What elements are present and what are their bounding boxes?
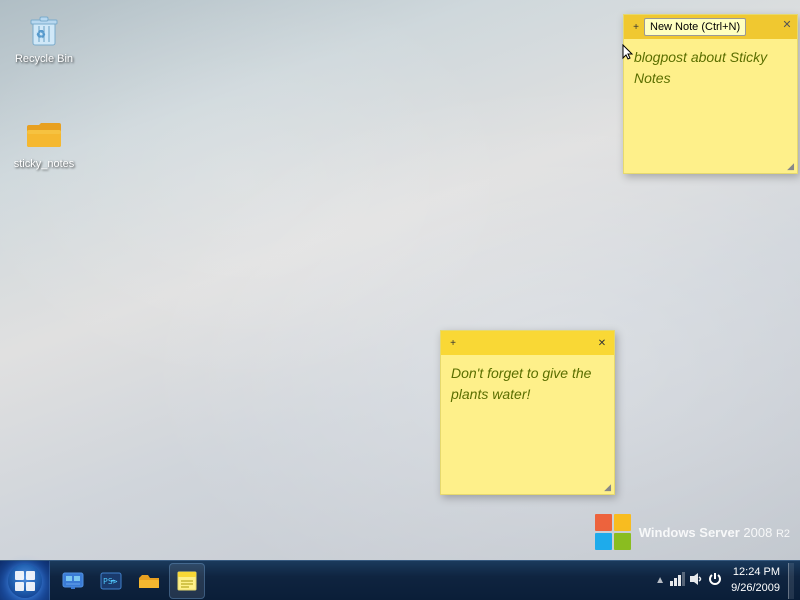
top-sticky-note[interactable]: + New Note (Ctrl+N) ✕ blogpost about Sti…: [623, 14, 798, 174]
main-sticky-note[interactable]: + ✕ Don't forget to give the plants wate…: [440, 330, 615, 495]
main-note-resize[interactable]: ◢: [604, 483, 611, 492]
clock-time: 12:24 PM: [731, 565, 780, 580]
taskbar-icon-sticky-notes[interactable]: [169, 563, 205, 599]
clock-date: 9/26/2009: [731, 581, 780, 596]
taskbar-icons: PS>: [50, 561, 210, 600]
main-note-header: + ✕: [441, 331, 614, 355]
show-desktop-btn[interactable]: [788, 563, 794, 599]
tray-volume-icon[interactable]: [688, 571, 704, 590]
windows-watermark: Windows Server 2008 R2: [593, 512, 790, 552]
new-note-tooltip: New Note (Ctrl+N): [644, 18, 746, 36]
svg-text:♻: ♻: [36, 29, 46, 41]
main-note-add-btn[interactable]: +: [445, 335, 461, 351]
taskbar-icon-explorer[interactable]: [131, 563, 167, 599]
sticky-notes-folder-icon[interactable]: sticky_notes: [4, 110, 84, 175]
recycle-bin-image: ♻: [24, 9, 64, 49]
taskbar-icon-powershell[interactable]: PS>: [93, 563, 129, 599]
desktop: ♻ Recycle Bin sticky_notes + ✕ Don't for…: [0, 0, 800, 600]
start-orb: [8, 564, 42, 598]
top-note-content[interactable]: blogpost about Sticky Notes: [624, 39, 797, 97]
top-note-close-btn[interactable]: ✕: [780, 17, 794, 31]
taskbar-icon-server-manager[interactable]: [55, 563, 91, 599]
top-note-add-btn[interactable]: +: [628, 19, 644, 35]
windows-server-text: Windows Server 2008 R2: [639, 525, 790, 540]
taskbar: PS>: [0, 560, 800, 600]
sticky-notes-folder-label: sticky_notes: [14, 158, 75, 171]
top-note-resize[interactable]: ◢: [787, 162, 794, 171]
system-clock[interactable]: 12:24 PM 9/26/2009: [727, 565, 784, 596]
recycle-bin-icon[interactable]: ♻ Recycle Bin: [4, 5, 84, 70]
tray-network-icon[interactable]: [669, 571, 685, 590]
start-button[interactable]: [0, 561, 50, 600]
tray-expand-btn[interactable]: ▲: [655, 575, 665, 586]
tray-power-icon[interactable]: [707, 571, 723, 590]
svg-text:PS>: PS>: [103, 577, 118, 586]
main-note-close-btn[interactable]: ✕: [594, 335, 610, 351]
recycle-bin-label: Recycle Bin: [15, 53, 73, 66]
tray-icons: [669, 571, 723, 590]
main-note-content[interactable]: Don't forget to give the plants water!: [441, 355, 614, 413]
system-tray: ▲: [649, 561, 800, 600]
top-note-header: + New Note (Ctrl+N) ✕: [624, 15, 797, 39]
sticky-notes-folder-image: [24, 114, 64, 154]
